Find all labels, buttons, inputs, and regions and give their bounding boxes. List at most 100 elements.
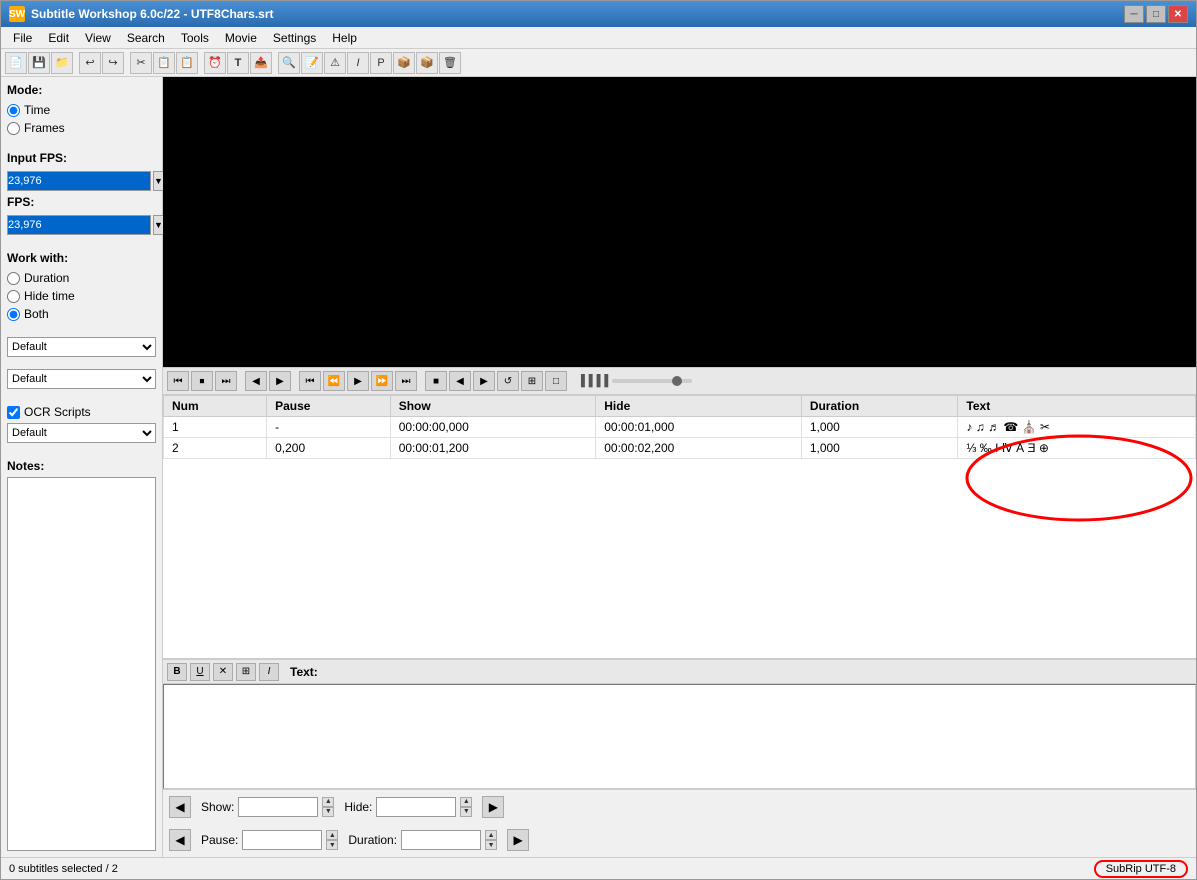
subtitle-table: Num Pause Show Hide Duration Text 1 - 00 (163, 395, 1196, 459)
toolbar-warning[interactable]: ⚠ (324, 52, 346, 74)
vc-prev-frame[interactable]: ◀ (245, 371, 267, 391)
pause-input[interactable] (242, 830, 322, 850)
duration-spin-down[interactable]: ▼ (485, 840, 497, 850)
toolbar-preview[interactable]: P (370, 52, 392, 74)
radio-duration-row: Duration (7, 271, 156, 285)
toolbar-text[interactable]: T (227, 52, 249, 74)
toolbar-undo[interactable]: ↩ (79, 52, 101, 74)
vc-prev-sub[interactable]: ◀ (449, 371, 471, 391)
status-right: SubRip UTF-8 (1094, 860, 1188, 878)
toolbar-package1[interactable]: 📦 (393, 52, 415, 74)
input-fps-field[interactable] (7, 171, 151, 191)
default1-select[interactable]: Default (7, 337, 156, 357)
minimize-button[interactable]: ─ (1124, 5, 1144, 23)
hide-input[interactable] (376, 797, 456, 817)
ocr-scripts-checkbox[interactable] (7, 406, 20, 419)
radio-hidetime-row: Hide time (7, 289, 156, 303)
nav-prev-button[interactable]: ◀ (169, 796, 191, 818)
menu-settings[interactable]: Settings (265, 29, 324, 47)
show-spinner: ▲ ▼ (322, 797, 334, 817)
nav-next2-button[interactable]: ▶ (507, 829, 529, 851)
vc-snap[interactable]: ⊞ (521, 371, 543, 391)
show-input[interactable] (238, 797, 318, 817)
vc-loop[interactable]: ↺ (497, 371, 519, 391)
duration-spin-up[interactable]: ▲ (485, 830, 497, 840)
menu-search[interactable]: Search (119, 29, 173, 47)
format-button[interactable]: ⊞ (236, 663, 256, 681)
radio-both-row: Both (7, 307, 156, 321)
radio-frames[interactable] (7, 122, 20, 135)
toolbar-copy[interactable]: 📋 (153, 52, 175, 74)
toolbar-time[interactable]: ⏰ (204, 52, 226, 74)
underline-button[interactable]: U (190, 663, 210, 681)
frames-label: Frames (24, 121, 65, 135)
nav-next-button[interactable]: ▶ (482, 796, 504, 818)
toolbar-paste[interactable]: 📋 (176, 52, 198, 74)
vc-fit[interactable]: □ (545, 371, 567, 391)
radio-time[interactable] (7, 104, 20, 117)
toolbar-delete[interactable]: 🗑 (439, 52, 461, 74)
radio-duration[interactable] (7, 272, 20, 285)
italic-button[interactable]: I (259, 663, 279, 681)
fps-field[interactable] (7, 215, 151, 235)
show-spin-up[interactable]: ▲ (322, 797, 334, 807)
vc-end[interactable]: ⏭ (395, 371, 417, 391)
menu-edit[interactable]: Edit (40, 29, 77, 47)
vc-play-next[interactable]: ⏭ (215, 371, 237, 391)
hide-field-group: Hide: ▲ ▼ (344, 797, 472, 817)
strikethrough-button[interactable]: ✕ (213, 663, 233, 681)
volume-slider[interactable] (612, 379, 692, 383)
duration-input[interactable] (401, 830, 481, 850)
show-label: Show: (201, 800, 234, 814)
toolbar-export[interactable]: 📤 (250, 52, 272, 74)
toolbar-italic[interactable]: I (347, 52, 369, 74)
vc-mark-in[interactable]: ■ (425, 371, 447, 391)
default3-select[interactable]: Default (7, 423, 156, 443)
vc-stop[interactable]: ⏹ (191, 371, 213, 391)
toolbar-save[interactable]: 💾 (28, 52, 50, 74)
toolbar-cut[interactable]: ✂ (130, 52, 152, 74)
edit-textarea[interactable] (163, 684, 1196, 789)
show-spin-down[interactable]: ▼ (322, 807, 334, 817)
toolbar-search[interactable]: 🔍 (278, 52, 300, 74)
nav-prev2-button[interactable]: ◀ (169, 829, 191, 851)
notes-box[interactable] (7, 477, 156, 851)
menu-tools[interactable]: Tools (173, 29, 217, 47)
toolbar-open[interactable]: 📁 (51, 52, 73, 74)
vc-play[interactable]: ▶ (347, 371, 369, 391)
hide-spin-up[interactable]: ▲ (460, 797, 472, 807)
toolbar-package2[interactable]: 📦 (416, 52, 438, 74)
vc-rewind-start[interactable]: ⏮ (299, 371, 321, 391)
toolbar-redo[interactable]: ↪ (102, 52, 124, 74)
vc-rewind[interactable]: ⏪ (323, 371, 345, 391)
radio-both[interactable] (7, 308, 20, 321)
table-row[interactable]: 1 - 00:00:00,000 00:00:01,000 1,000 ♪ ♫ … (164, 417, 1196, 438)
close-button[interactable]: ✕ (1168, 5, 1188, 23)
menu-movie[interactable]: Movie (217, 29, 265, 47)
pause-label: Pause: (201, 833, 238, 847)
toolbar-new[interactable]: 📄 (5, 52, 27, 74)
vc-next-frame[interactable]: ▶ (269, 371, 291, 391)
sidebar: Mode: Time Frames Input FPS: ▼ FPS: ▼ W (1, 77, 163, 857)
bold-button[interactable]: B (167, 663, 187, 681)
pause-spin-down[interactable]: ▼ (326, 840, 338, 850)
vc-next-sub[interactable]: ▶ (473, 371, 495, 391)
volume-icon: ▐▐▐▐ (577, 375, 608, 387)
radio-hidetime[interactable] (7, 290, 20, 303)
default2-select[interactable]: Default (7, 369, 156, 389)
input-fps-label: Input FPS: (7, 151, 156, 165)
duration-edit-label: Duration: (348, 833, 397, 847)
work-with-label: Work with: (7, 251, 156, 265)
menu-help[interactable]: Help (324, 29, 365, 47)
vc-play-prev[interactable]: ⏮ (167, 371, 189, 391)
pause-spin-up[interactable]: ▲ (326, 830, 338, 840)
vc-fastforward[interactable]: ⏩ (371, 371, 393, 391)
menu-file[interactable]: File (5, 29, 40, 47)
edit-area: B U ✕ ⊞ I Text: (163, 659, 1196, 789)
table-row[interactable]: 2 0,200 00:00:01,200 00:00:02,200 1,000 … (164, 438, 1196, 459)
toolbar-edit[interactable]: 📝 (301, 52, 323, 74)
volume-thumb[interactable] (672, 376, 682, 386)
hide-spin-down[interactable]: ▼ (460, 807, 472, 817)
maximize-button[interactable]: □ (1146, 5, 1166, 23)
menu-view[interactable]: View (77, 29, 119, 47)
